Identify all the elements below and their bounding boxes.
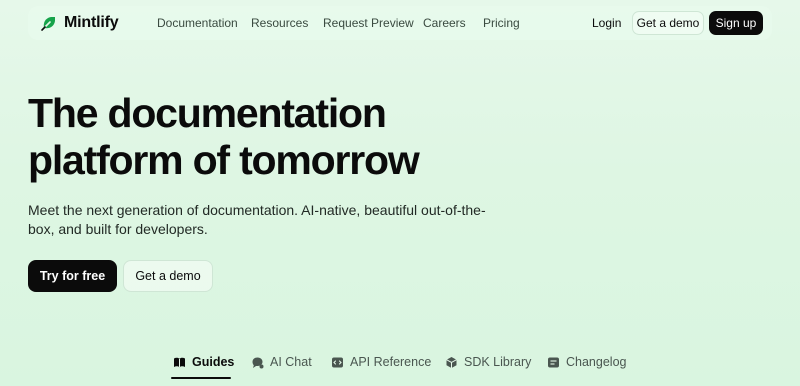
tab-ai-chat-label: AI Chat <box>270 355 312 369</box>
brand-logo[interactable]: Mintlify <box>40 14 119 32</box>
nav-get-demo-button[interactable]: Get a demo <box>632 11 704 35</box>
tab-guides-label: Guides <box>192 355 235 369</box>
nav-link-resources[interactable]: Resources <box>251 16 308 30</box>
cube-icon <box>445 356 458 369</box>
tab-sdk-library-label: SDK Library <box>464 355 532 369</box>
hero-subtext: Meet the next generation of documentatio… <box>28 202 486 237</box>
nav-link-request-preview[interactable]: Request Preview <box>323 16 414 30</box>
tab-guides[interactable]: Guides <box>173 352 234 372</box>
tab-sdk-library[interactable]: SDK Library <box>445 352 531 372</box>
chat-icon <box>251 356 264 369</box>
list-icon <box>547 356 560 369</box>
nav-link-pricing[interactable]: Pricing <box>483 16 520 30</box>
tab-changelog[interactable]: Changelog <box>547 352 626 372</box>
tab-ai-chat[interactable]: AI Chat <box>251 352 312 372</box>
login-link[interactable]: Login <box>592 16 621 30</box>
tab-changelog-label: Changelog <box>566 355 627 369</box>
try-for-free-button[interactable]: Try for free <box>28 260 117 292</box>
nav-link-documentation[interactable]: Documentation <box>157 16 238 30</box>
headline-line-2: platform of tomorrow <box>28 137 420 183</box>
hero-headline: The documentation platform of tomorrow <box>28 90 548 184</box>
nav-link-careers[interactable]: Careers <box>423 16 466 30</box>
mintlify-leaf-icon <box>41 17 55 31</box>
landing-page: Mintlify Documentation Resources Request… <box>0 0 800 386</box>
hero-get-demo-button[interactable]: Get a demo <box>123 260 213 292</box>
brand-name: Mintlify <box>64 14 119 31</box>
signup-button[interactable]: Sign up <box>709 11 763 35</box>
book-icon <box>173 356 186 369</box>
active-tab-indicator <box>171 377 231 379</box>
top-navbar: Mintlify Documentation Resources Request… <box>28 6 772 40</box>
headline-line-1: The documentation <box>28 90 387 136</box>
code-icon <box>331 356 344 369</box>
tab-api-reference[interactable]: API Reference <box>331 352 431 372</box>
tab-api-reference-label: API Reference <box>350 355 432 369</box>
